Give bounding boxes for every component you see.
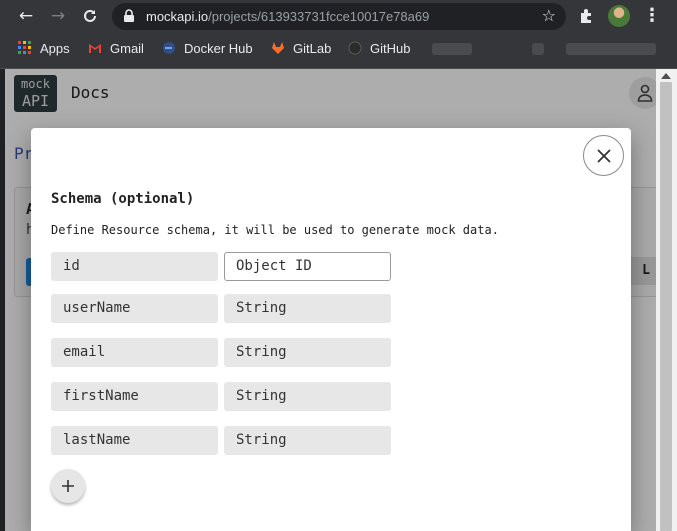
bookmark-docker-hub[interactable]: Docker Hub <box>162 33 253 65</box>
field-type-select[interactable]: Object ID <box>224 252 391 281</box>
url-text: mockapi.io/projects/613933731fcce10017e7… <box>146 9 430 24</box>
forward-icon[interactable]: → <box>47 5 69 27</box>
browser-menu-icon[interactable]: ⋮ <box>642 4 662 28</box>
gmail-icon <box>89 44 101 53</box>
bookmark-gmail[interactable]: Gmail <box>88 33 144 65</box>
address-bar[interactable]: mockapi.io/projects/613933731fcce10017e7… <box>112 3 566 30</box>
bookmark-star-icon[interactable]: ☆ <box>542 7 556 25</box>
field-name-input[interactable]: email <box>51 338 218 367</box>
add-field-button[interactable] <box>51 469 85 503</box>
docker-icon <box>163 42 175 54</box>
scroll-thumb[interactable] <box>660 82 672 531</box>
bookmark-apps[interactable]: Apps <box>18 33 70 65</box>
browser-toolbar: ← → mockapi.io/projects/613933731fcce100… <box>0 0 677 33</box>
field-type-select[interactable]: String <box>224 294 391 323</box>
field-name-input[interactable]: firstName <box>51 382 218 411</box>
gitlab-icon <box>272 42 284 54</box>
scroll-up-icon[interactable] <box>661 73 671 79</box>
bookmark-ghost <box>432 43 472 55</box>
bookmark-ghost <box>566 43 656 55</box>
bookmark-github[interactable]: GitHub <box>348 33 410 65</box>
bookmark-gitlab[interactable]: GitLab <box>271 33 331 65</box>
reload-icon[interactable] <box>79 5 101 27</box>
github-icon <box>348 41 362 55</box>
close-button[interactable] <box>583 135 624 176</box>
section-description: Define Resource schema, it will be used … <box>51 223 499 237</box>
apps-grid-icon <box>18 41 31 54</box>
plus-icon <box>62 480 74 492</box>
field-name-input[interactable]: id <box>51 252 218 281</box>
field-type-select[interactable]: String <box>224 426 391 455</box>
page-scrollbar[interactable] <box>656 69 677 531</box>
section-title: Schema (optional) <box>51 191 195 207</box>
field-name-input[interactable]: userName <box>51 294 218 323</box>
extensions-icon[interactable] <box>578 7 596 25</box>
field-type-select[interactable]: String <box>224 338 391 367</box>
field-name-input[interactable]: lastName <box>51 426 218 455</box>
profile-avatar[interactable] <box>608 5 630 27</box>
field-type-select[interactable]: String <box>224 382 391 411</box>
back-icon[interactable]: ← <box>15 5 37 27</box>
close-icon <box>597 149 611 163</box>
schema-modal: Schema (optional) Define Resource schema… <box>31 128 631 531</box>
bookmark-ghost <box>532 43 544 55</box>
lock-icon <box>124 9 134 22</box>
